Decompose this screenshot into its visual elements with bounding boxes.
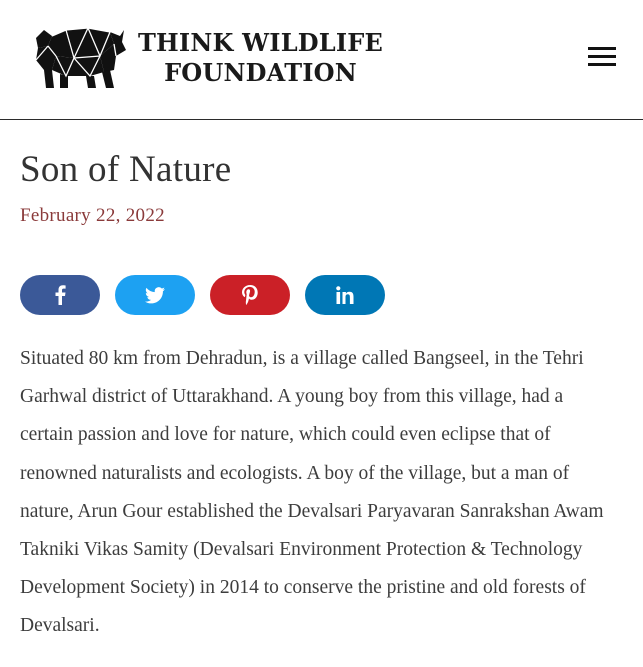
- menu-bar: [588, 47, 616, 50]
- article-body: Situated 80 km from Dehradun, is a villa…: [20, 348, 604, 637]
- site-logo[interactable]: THINK WILDLIFE FOUNDATION: [30, 26, 383, 90]
- post-date: February 22, 2022: [20, 205, 165, 226]
- share-facebook-button[interactable]: [20, 275, 100, 315]
- rhino-logo-icon: [35, 27, 126, 88]
- page-title: Son of Nature: [20, 149, 232, 190]
- logo-text: THINK WILDLIFE FOUNDATION: [138, 28, 383, 88]
- share-buttons: [20, 275, 400, 315]
- hamburger-menu-icon[interactable]: [588, 47, 616, 67]
- site-header: THINK WILDLIFE FOUNDATION: [0, 0, 643, 120]
- facebook-icon: [55, 285, 66, 305]
- menu-bar: [588, 55, 616, 58]
- twitter-icon: [145, 286, 165, 303]
- logo-line-2: FOUNDATION: [164, 58, 357, 87]
- share-pinterest-button[interactable]: [210, 275, 290, 315]
- pinterest-icon: [242, 285, 258, 305]
- share-linkedin-button[interactable]: [305, 275, 385, 315]
- linkedin-icon: [336, 286, 354, 304]
- share-twitter-button[interactable]: [115, 275, 195, 315]
- logo-line-1: THINK WILDLIFE: [138, 28, 384, 57]
- menu-bar: [588, 63, 616, 66]
